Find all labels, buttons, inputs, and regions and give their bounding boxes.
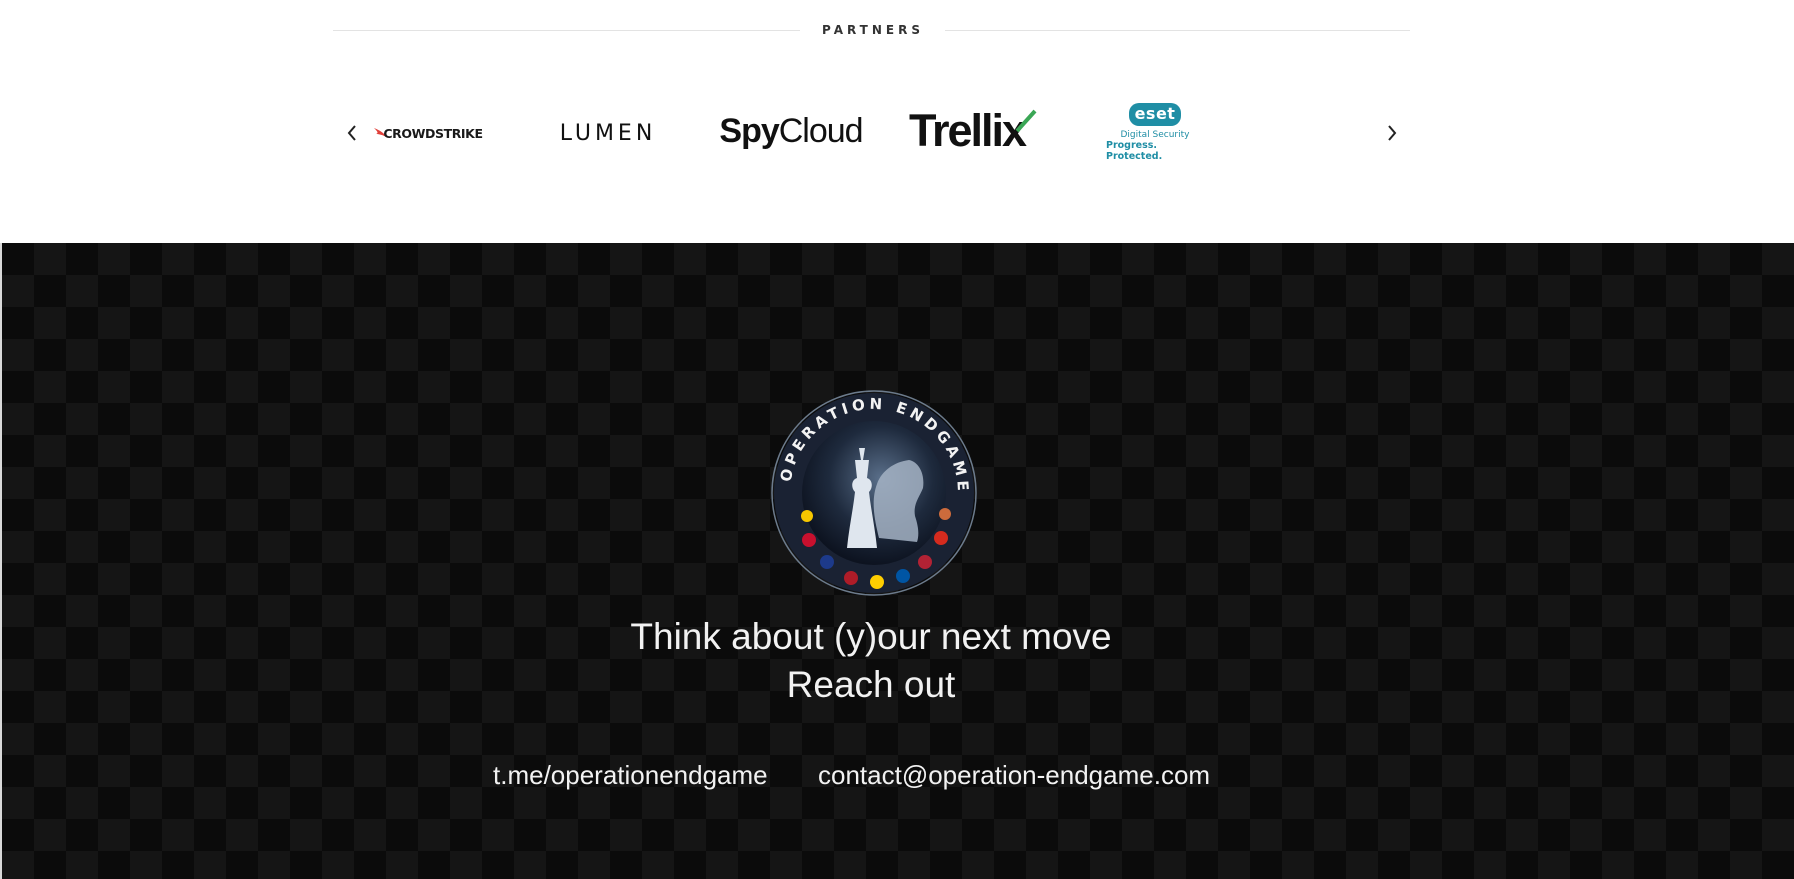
carousel-next-button[interactable] [1377, 118, 1407, 148]
partner-logo-trellix[interactable]: Trellix [902, 105, 1044, 157]
spycloud-wordmark-light: Cloud [778, 111, 864, 150]
tagline-line-2: Reach out [786, 664, 956, 705]
chevron-left-icon [347, 125, 356, 141]
operation-endgame-emblem: OPERATION ENDGAME [771, 390, 977, 596]
spycloud-wordmark-bold: Spy [719, 111, 779, 150]
divider-left [333, 30, 800, 31]
partners-title: PARTNERS [822, 23, 924, 37]
partner-logo-spycloud[interactable]: SpyCloud [718, 110, 864, 152]
eset-subtitle: Digital Security [1120, 129, 1190, 140]
spycloud-wordmark: SpyCloud [719, 111, 864, 151]
email-link[interactable]: contact@operation-endgame.com [818, 760, 1210, 791]
carousel-prev-button[interactable] [337, 118, 367, 148]
partner-logo-crowdstrike[interactable]: CROWDSTRIKE [373, 120, 483, 146]
chevron-right-icon [1388, 125, 1397, 141]
trellix-check-icon [1015, 109, 1037, 133]
eset-slogan: Progress. Protected. [1106, 139, 1163, 162]
crowdstrike-wordmark: CROWDSTRIKE [383, 125, 483, 141]
tagline-line-1: Think about (y)our next move [630, 616, 1112, 657]
partner-logo-lumen[interactable]: LUMEN [547, 118, 669, 148]
trellix-wordmark: Trellix [908, 105, 1027, 156]
telegram-link[interactable]: t.me/operationendgame [493, 760, 768, 791]
partner-logo-eset[interactable]: eset Digital Security Progress. Protecte… [1106, 102, 1204, 162]
partners-section: PARTNERS CROWDSTRIKE LUMEN SpyCloud Trel… [0, 0, 1794, 243]
divider-right [945, 30, 1410, 31]
partners-header: PARTNERS [333, 20, 1410, 42]
eset-wordmark: eset [1128, 102, 1182, 126]
lumen-wordmark: LUMEN [559, 120, 657, 146]
